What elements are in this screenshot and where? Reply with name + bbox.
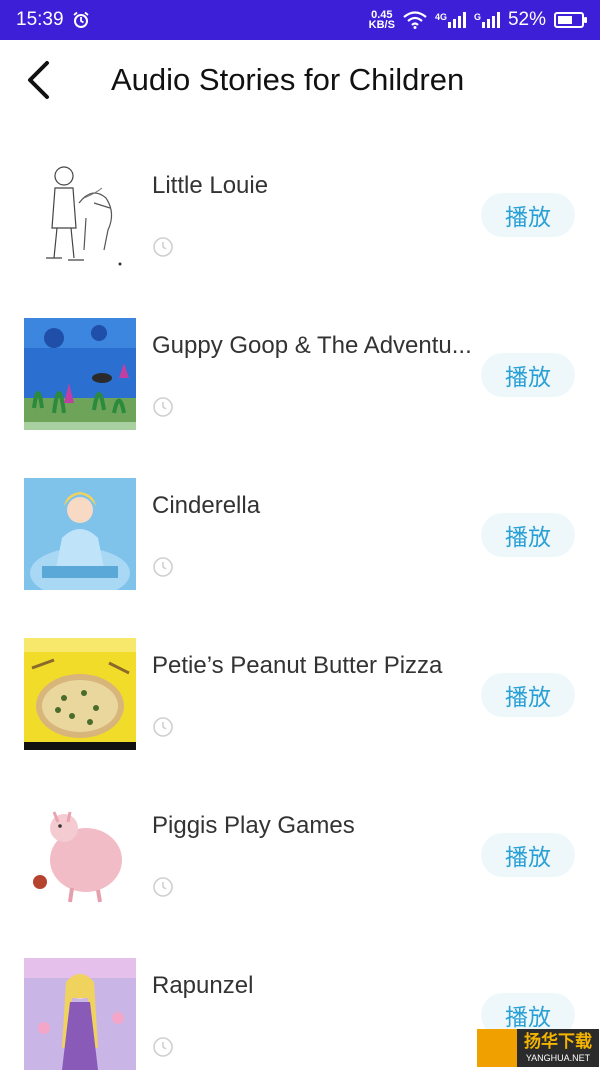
alarm-icon [72, 11, 89, 28]
clock-icon [153, 877, 173, 897]
clock-icon [153, 237, 173, 257]
play-button[interactable]: 播放 [481, 673, 575, 717]
signal-2: G [474, 12, 500, 28]
clock-icon [153, 717, 173, 737]
back-arrow-icon [28, 61, 49, 99]
clock-icon [153, 1037, 173, 1057]
app-header: Audio Stories for Children [0, 40, 600, 122]
story-item[interactable]: Guppy Goop & The Adventu... 播放 [0, 282, 600, 442]
network-speed: 0.45 KB/S [368, 10, 395, 31]
story-item[interactable]: Piggis Play Games 播放 [0, 762, 600, 922]
story-thumbnail [24, 478, 136, 590]
story-title: Rapunzel [152, 972, 254, 999]
story-title: Petie’s Peanut Butter Pizza [152, 652, 443, 679]
watermark-cn: 扬华下载 [524, 1032, 592, 1052]
clock-icon [153, 557, 173, 577]
watermark-logo: 扬华下载 YANGHUA.NET [477, 1029, 599, 1067]
watermark-en: YANGHUA.NET [525, 1053, 591, 1063]
story-title: Cinderella [152, 492, 261, 519]
wifi-icon [403, 11, 427, 29]
status-right: 0.45 KB/S 4G G 52% [368, 9, 587, 31]
network-type-2: G [473, 12, 481, 22]
watermark-text: 扬华下载 YANGHUA.NET [517, 1032, 599, 1064]
story-title: Little Louie [152, 172, 269, 199]
story-thumbnail [24, 158, 136, 270]
story-item[interactable]: Cinderella 播放 [0, 442, 600, 602]
clock-icon [153, 397, 173, 417]
story-thumbnail [24, 318, 136, 430]
battery-icon [554, 12, 587, 28]
watermark-emblem [477, 1029, 517, 1067]
play-button[interactable]: 播放 [481, 193, 575, 237]
story-item[interactable]: Petie’s Peanut Butter Pizza 播放 [0, 602, 600, 762]
battery-percent: 52% [507, 9, 546, 30]
network-type-1: 4G [434, 12, 447, 22]
story-title: Guppy Goop & The Adventu... [152, 332, 472, 359]
signal-1: 4G [435, 12, 466, 28]
back-button[interactable] [20, 58, 56, 102]
story-title: Piggis Play Games [152, 812, 355, 839]
status-bar: 15:39 0.45 KB/S 4G G 52% [0, 0, 600, 40]
net-speed-unit: KB/S [368, 19, 395, 31]
story-thumbnail [24, 798, 136, 910]
play-button[interactable]: 播放 [481, 833, 575, 877]
status-time: 15:39 [16, 9, 64, 30]
play-button[interactable]: 播放 [481, 513, 575, 557]
signal-strength-icon-2 [481, 12, 500, 28]
story-thumbnail [24, 958, 136, 1070]
story-item[interactable]: Little Louie 播放 [0, 122, 600, 282]
page-title: Audio Stories for Children [111, 62, 465, 97]
status-left: 15:39 [16, 9, 90, 31]
play-button[interactable]: 播放 [481, 353, 575, 397]
signal-strength-icon [447, 12, 466, 28]
story-thumbnail [24, 638, 136, 750]
